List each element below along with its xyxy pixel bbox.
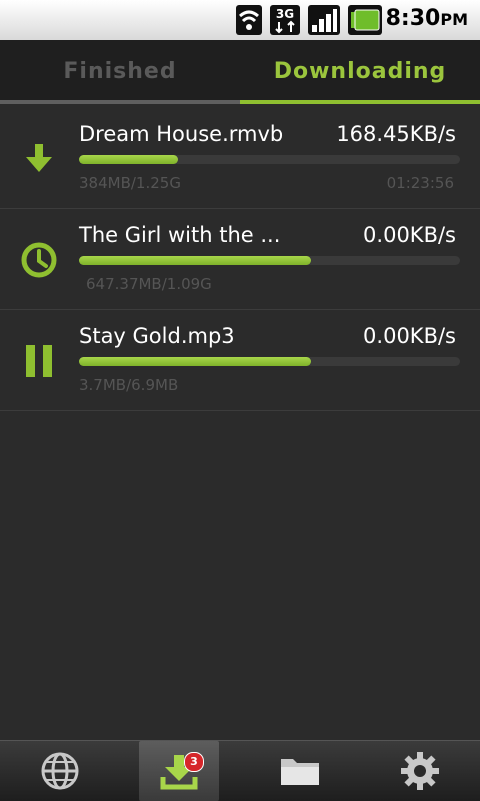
time-remaining: 01:23:56 — [386, 174, 454, 192]
signal-icon — [308, 5, 340, 35]
bottom-nav — [0, 740, 480, 801]
download-arrow-icon[interactable] — [18, 138, 60, 180]
clock-time: 8:30 — [385, 6, 441, 31]
download-count-badge: 3 — [184, 752, 204, 772]
file-name: Dream House.rmvb — [79, 122, 284, 146]
3g-data-icon: 3G — [270, 5, 300, 35]
tab-downloading[interactable]: Downloading — [240, 40, 480, 104]
download-speed: 0.00KB/s — [363, 324, 456, 348]
file-size: 647.37MB/1.09G — [86, 275, 212, 293]
pause-icon[interactable] — [18, 340, 60, 382]
progress-fill — [79, 357, 312, 366]
battery-icon — [348, 5, 382, 35]
list-item[interactable]: Dream House.rmvb 168.45KB/s 384MB/1.25G … — [0, 108, 480, 209]
list-item[interactable]: The Girl with the ... 0.00KB/s 647.37MB/… — [0, 209, 480, 310]
nav-files-button[interactable] — [240, 741, 360, 801]
folder-icon — [281, 759, 319, 785]
download-list: Dream House.rmvb 168.45KB/s 384MB/1.25G … — [0, 108, 480, 411]
tab-downloading-indicator — [240, 100, 480, 104]
download-speed: 168.45KB/s — [336, 122, 456, 146]
status-bar: 3G 8:30PM — [0, 0, 480, 40]
file-size: 3.7MB/6.9MB — [79, 376, 179, 394]
progress-bar — [79, 256, 460, 265]
progress-bar — [79, 357, 460, 366]
gear-icon — [401, 752, 439, 790]
progress-fill — [79, 155, 179, 164]
clock: 8:30PM — [386, 6, 468, 31]
progress-bar — [79, 155, 460, 164]
file-name: The Girl with the ... — [79, 223, 281, 247]
network-label: 3G — [276, 7, 294, 21]
clock-icon[interactable] — [18, 239, 60, 281]
tab-finished-indicator — [0, 100, 240, 104]
progress-fill — [79, 256, 312, 265]
download-speed: 0.00KB/s — [363, 223, 456, 247]
tab-bar: Finished Downloading — [0, 40, 480, 104]
nav-settings-button[interactable] — [360, 741, 480, 801]
globe-icon — [41, 752, 79, 790]
tab-finished[interactable]: Finished — [0, 40, 240, 104]
clock-ampm: PM — [440, 10, 468, 29]
nav-downloads-button[interactable] — [139, 741, 219, 801]
file-size: 384MB/1.25G — [79, 174, 181, 192]
nav-browser-button[interactable] — [0, 741, 120, 801]
wifi-icon — [236, 5, 262, 35]
list-item[interactable]: Stay Gold.mp3 0.00KB/s 3.7MB/6.9MB — [0, 310, 480, 411]
file-name: Stay Gold.mp3 — [79, 324, 235, 348]
